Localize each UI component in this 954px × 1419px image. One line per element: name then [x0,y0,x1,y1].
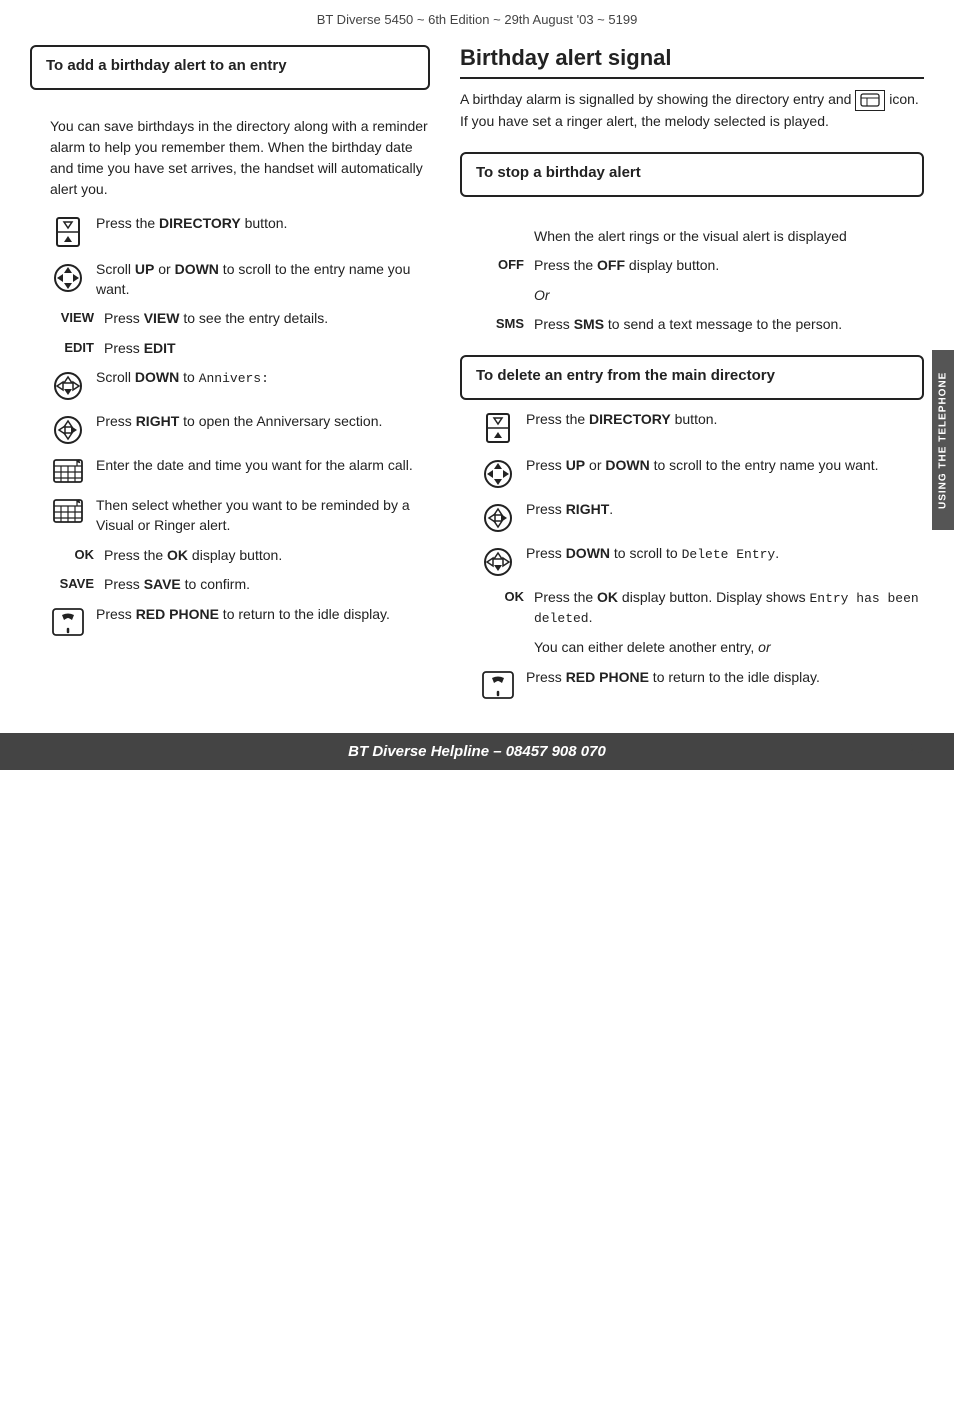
delete-step-directory: Press the DIRECTORY button. [480,410,924,446]
phone-icon-inline [855,90,885,111]
delete-entry-steps: Press the DIRECTORY button. Press UP or … [460,400,924,700]
step-save: SAVE Press SAVE to confirm. [50,575,430,595]
delete-step-red-phone: Press RED PHONE to return to the idle di… [480,668,924,700]
step-scroll-updown-text: Scroll UP or DOWN to scroll to the entry… [96,260,430,299]
delete-step-scroll-updown: Press UP or DOWN to scroll to the entry … [480,456,924,490]
delete-ok-text: Press the OK display button. Display sho… [534,588,924,628]
signal-title: Birthday alert signal [460,45,924,79]
stop-birthday-alert-box: To stop a birthday alert [460,152,924,197]
footer-bar: BT Diverse Helpline – 08457 908 070 [0,733,954,770]
side-tab: USING THE TELEPHONE [932,350,954,530]
step-intro-spacer [480,227,524,229]
delete-step-or-text: You can either delete another entry, or [534,638,924,658]
red-phone-left-icon [50,605,86,637]
step-edit-text: Press EDIT [104,339,430,359]
delete-step-scroll-down-text: Press DOWN to scroll to Delete Entry. [526,544,924,564]
add-birthday-alert-title: To add a birthday alert to an entry [46,57,414,74]
right-anniversary-icon [50,412,86,446]
step-directory: Press the DIRECTORY button. [50,214,430,250]
stop-off-label: OFF [480,256,524,272]
right-column: Birthday alert signal A birthday alarm i… [450,45,924,710]
step-enter-date-text: Enter the date and time you want for the… [96,456,430,476]
stop-step-or-text: Or [534,286,924,306]
stop-step-sms: SMS Press SMS to send a text message to … [480,315,924,335]
step-scroll-down-annivers-text: Scroll DOWN to Annivers: [96,368,430,388]
scroll-down-annivers-icon [50,368,86,402]
left-column: To add a birthday alert to an entry You … [30,45,450,710]
delete-step-scroll-down: Press DOWN to scroll to Delete Entry. [480,544,924,578]
stop-sms-label: SMS [480,315,524,331]
step-save-text: Press SAVE to confirm. [104,575,430,595]
delete-entry-box: To delete an entry from the main directo… [460,355,924,400]
step-edit-label: EDIT [50,339,94,355]
stop-step-intro: When the alert rings or the visual alert… [480,227,924,247]
add-birthday-alert-box: To add a birthday alert to an entry [30,45,430,90]
delete-scroll-updown-icon [480,456,516,490]
keyboard-alert-icon [50,496,86,526]
step-ok-left-label: OK [50,546,94,562]
add-birthday-steps: You can save birthdays in the directory … [30,106,430,637]
delete-step-scroll-updown-text: Press UP or DOWN to scroll to the entry … [526,456,924,476]
step-view-label: VIEW [50,309,94,325]
signal-text: A birthday alarm is signalled by showing… [460,89,924,132]
delete-scroll-down-icon [480,544,516,578]
delete-red-phone-icon [480,668,516,700]
step-scroll-updown: Scroll UP or DOWN to scroll to the entry… [50,260,430,299]
stop-step-off: OFF Press the OFF display button. [480,256,924,276]
step-or-spacer [480,286,524,288]
delete-right-icon [480,500,516,534]
header-title: BT Diverse 5450 ~ 6th Edition ~ 29th Aug… [317,12,638,27]
intro-text: You can save birthdays in the directory … [50,116,430,200]
step-directory-text: Press the DIRECTORY button. [96,214,430,234]
step-scroll-down-annivers: Scroll DOWN to Annivers: [50,368,430,402]
step-right-anniversary-text: Press RIGHT to open the Anniversary sect… [96,412,430,432]
stop-sms-text: Press SMS to send a text message to the … [534,315,924,335]
step-right-anniversary: Press RIGHT to open the Anniversary sect… [50,412,430,446]
step-select-alert-type-text: Then select whether you want to be remin… [96,496,430,535]
step-view-text: Press VIEW to see the entry details. [104,309,430,329]
step-enter-date: Enter the date and time you want for the… [50,456,430,486]
step-save-label: SAVE [50,575,94,591]
page-header: BT Diverse 5450 ~ 6th Edition ~ 29th Aug… [0,0,954,35]
footer-helpline: BT Diverse Helpline – 08457 908 070 [348,743,606,760]
page-number: 25 [910,741,924,756]
scroll-updown-icon [50,260,86,294]
step-ok-left-text: Press the OK display button. [104,546,430,566]
step-red-phone-left: Press RED PHONE to return to the idle di… [50,605,430,637]
delete-ok-label: OK [480,588,524,604]
keyboard-date-icon [50,456,86,486]
step-ok-left: OK Press the OK display button. [50,546,430,566]
step-red-phone-left-text: Press RED PHONE to return to the idle di… [96,605,430,625]
delete-step-right-text: Press RIGHT. [526,500,924,520]
delete-entry-title: To delete an entry from the main directo… [476,367,908,384]
stop-birthday-alert-title: To stop a birthday alert [476,164,908,181]
stop-birthday-steps: When the alert rings or the visual alert… [460,217,924,335]
stop-off-text: Press the OFF display button. [534,256,924,276]
step-edit: EDIT Press EDIT [50,339,430,359]
delete-red-phone-text: Press RED PHONE to return to the idle di… [526,668,924,688]
stop-step-or: Or [480,286,924,306]
step-view: VIEW Press VIEW to see the entry details… [50,309,430,329]
delete-directory-icon [480,410,516,446]
delete-or-spacer [480,638,524,640]
delete-step-or: You can either delete another entry, or [480,638,924,658]
birthday-alert-signal-section: Birthday alert signal A birthday alarm i… [460,45,924,132]
delete-step-ok: OK Press the OK display button. Display … [480,588,924,628]
delete-step-right: Press RIGHT. [480,500,924,534]
step-select-alert-type: Then select whether you want to be remin… [50,496,430,535]
directory-icon [50,214,86,250]
stop-step-intro-text: When the alert rings or the visual alert… [534,227,924,247]
delete-step-directory-text: Press the DIRECTORY button. [526,410,924,430]
